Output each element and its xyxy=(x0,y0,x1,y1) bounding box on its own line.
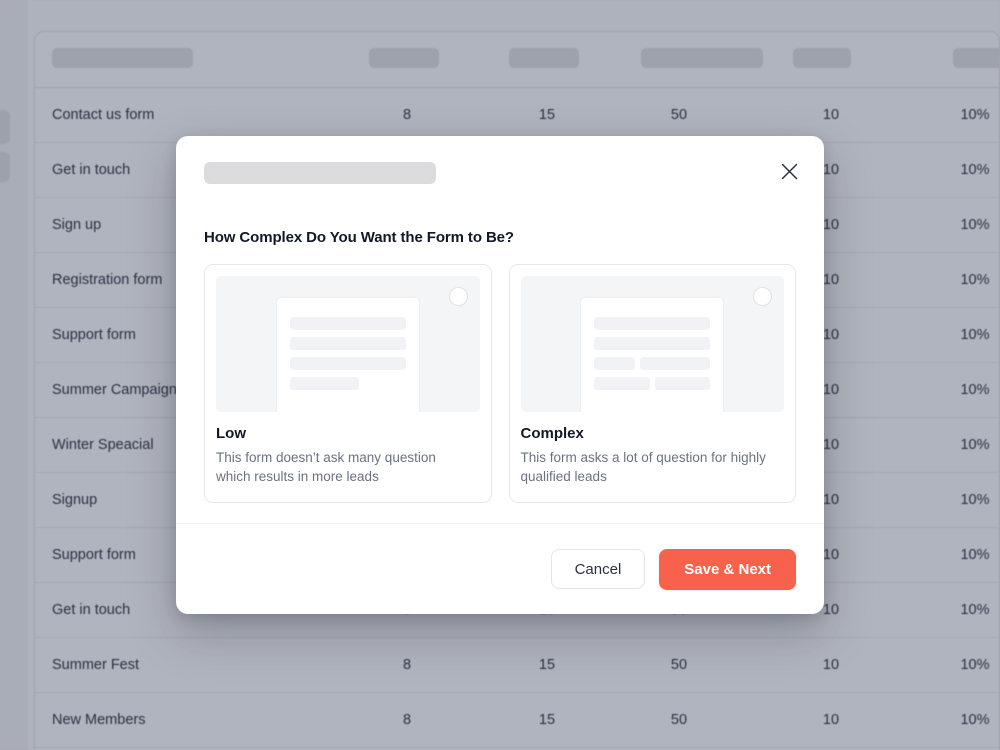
table-cell-name: New Members xyxy=(52,712,146,728)
table-cell-c5: 10% xyxy=(960,437,990,453)
option-title-low: Low xyxy=(216,425,246,442)
option-card-low[interactable]: Low This form doesn’t ask many question … xyxy=(204,264,492,504)
sidebar-rail-chip-1 xyxy=(0,110,10,144)
table-cell-c5: 10% xyxy=(960,272,990,288)
table-cell-c3: 50 xyxy=(670,107,688,123)
table-cell-name: Registration form xyxy=(52,272,163,288)
preview-line xyxy=(289,377,360,390)
preview-line xyxy=(289,337,406,350)
table-cell-name: Support form xyxy=(52,327,136,343)
table-cell-c5: 10% xyxy=(960,107,990,123)
preview-line xyxy=(654,377,711,390)
preview-sheet-complex xyxy=(580,297,725,412)
table-cell-c4: 10 xyxy=(822,712,840,728)
table-header-placeholder-2 xyxy=(369,48,439,68)
table-cell-c4: 10 xyxy=(822,107,840,123)
table-row[interactable]: Contact us form 8 15 50 10 10% xyxy=(35,88,999,143)
table-cell-c2: 15 xyxy=(538,107,556,123)
dialog-footer: Cancel Save & Next xyxy=(176,524,824,614)
radio-complex[interactable] xyxy=(753,287,772,306)
table-cell-c5: 10% xyxy=(960,657,990,673)
table-cell-c5: 10% xyxy=(960,712,990,728)
preview-line xyxy=(594,337,711,350)
preview-line xyxy=(289,317,406,330)
table-cell-c5: 10% xyxy=(960,602,990,618)
table-cell-name: Support form xyxy=(52,547,136,563)
section-title: How Complex Do You Want the Form to Be? xyxy=(204,229,514,246)
preview-line xyxy=(594,357,636,370)
preview-line-row xyxy=(594,357,711,370)
dialog-header xyxy=(176,136,824,198)
table-cell-name: Get in touch xyxy=(52,162,131,178)
preview-line-row xyxy=(594,377,711,390)
table-cell-name: Contact us form xyxy=(52,107,155,123)
table-header-placeholder-4 xyxy=(641,48,763,68)
form-preview-low xyxy=(216,276,480,412)
table-cell-c1: 8 xyxy=(402,712,412,728)
table-cell-c5: 10% xyxy=(960,492,990,508)
preview-line xyxy=(594,377,650,390)
table-cell-name: Winter Speacial xyxy=(52,437,154,453)
table-cell-c5: 10% xyxy=(960,382,990,398)
cancel-button[interactable]: Cancel xyxy=(550,549,646,589)
table-cell-c4: 10 xyxy=(822,657,840,673)
table-header-placeholder-1 xyxy=(52,48,193,68)
table-cell-name: Signup xyxy=(52,492,98,508)
table-cell-name: Summer Campaign xyxy=(52,382,177,398)
save-and-next-button[interactable]: Save & Next xyxy=(659,548,796,590)
table-cell-c3: 50 xyxy=(670,712,688,728)
option-description-complex: This form asks a lot of question for hig… xyxy=(520,450,766,485)
table-header-placeholder-6 xyxy=(953,48,999,68)
table-cell-c2: 15 xyxy=(538,712,556,728)
table-header-placeholder-3 xyxy=(509,48,579,68)
table-header-placeholder-5 xyxy=(793,48,851,68)
table-cell-c5: 10% xyxy=(960,327,990,343)
table-row[interactable]: Summer Fest 8 15 50 10 10% xyxy=(35,638,999,693)
preview-line xyxy=(289,357,406,370)
preview-line xyxy=(640,357,711,370)
radio-low[interactable] xyxy=(448,287,468,306)
preview-sheet-low xyxy=(275,297,420,412)
dialog-body: How Complex Do You Want the Form to Be? … xyxy=(176,229,824,504)
table-cell-c1: 8 xyxy=(402,657,412,673)
table-cell-c1: 8 xyxy=(402,107,412,123)
table-cell-c2: 15 xyxy=(538,657,556,673)
table-cell-c3: 50 xyxy=(670,657,688,673)
table-cell-c5: 10% xyxy=(960,547,990,563)
table-cell-name: Summer Fest xyxy=(52,657,140,673)
table-row[interactable]: New Members 8 15 50 10 10% xyxy=(35,693,999,748)
sidebar-rail xyxy=(0,0,28,750)
option-description-low: This form doesn’t ask many question whic… xyxy=(216,450,436,485)
screen: Contact us form 8 15 50 10 10% Get in touch 8 15… xyxy=(0,0,1000,750)
form-complexity-dialog: How Complex Do You Want the Form to Be? … xyxy=(176,136,824,614)
table-cell-name: Get in touch xyxy=(52,602,131,618)
form-preview-complex xyxy=(520,276,784,412)
table-cell-c5: 10% xyxy=(960,162,990,178)
preview-line xyxy=(594,317,711,330)
option-card-complex[interactable]: Complex This form asks a lot of question… xyxy=(508,264,796,504)
close-icon[interactable] xyxy=(776,158,802,184)
table-cell-name: Sign up xyxy=(52,217,102,233)
table-header-row xyxy=(35,32,999,88)
option-title-complex: Complex xyxy=(520,425,584,442)
sidebar-rail-chip-2 xyxy=(0,152,10,182)
complexity-options: Low This form doesn’t ask many question … xyxy=(204,264,796,504)
dialog-title-placeholder xyxy=(204,162,436,184)
table-cell-c5: 10% xyxy=(960,217,990,233)
